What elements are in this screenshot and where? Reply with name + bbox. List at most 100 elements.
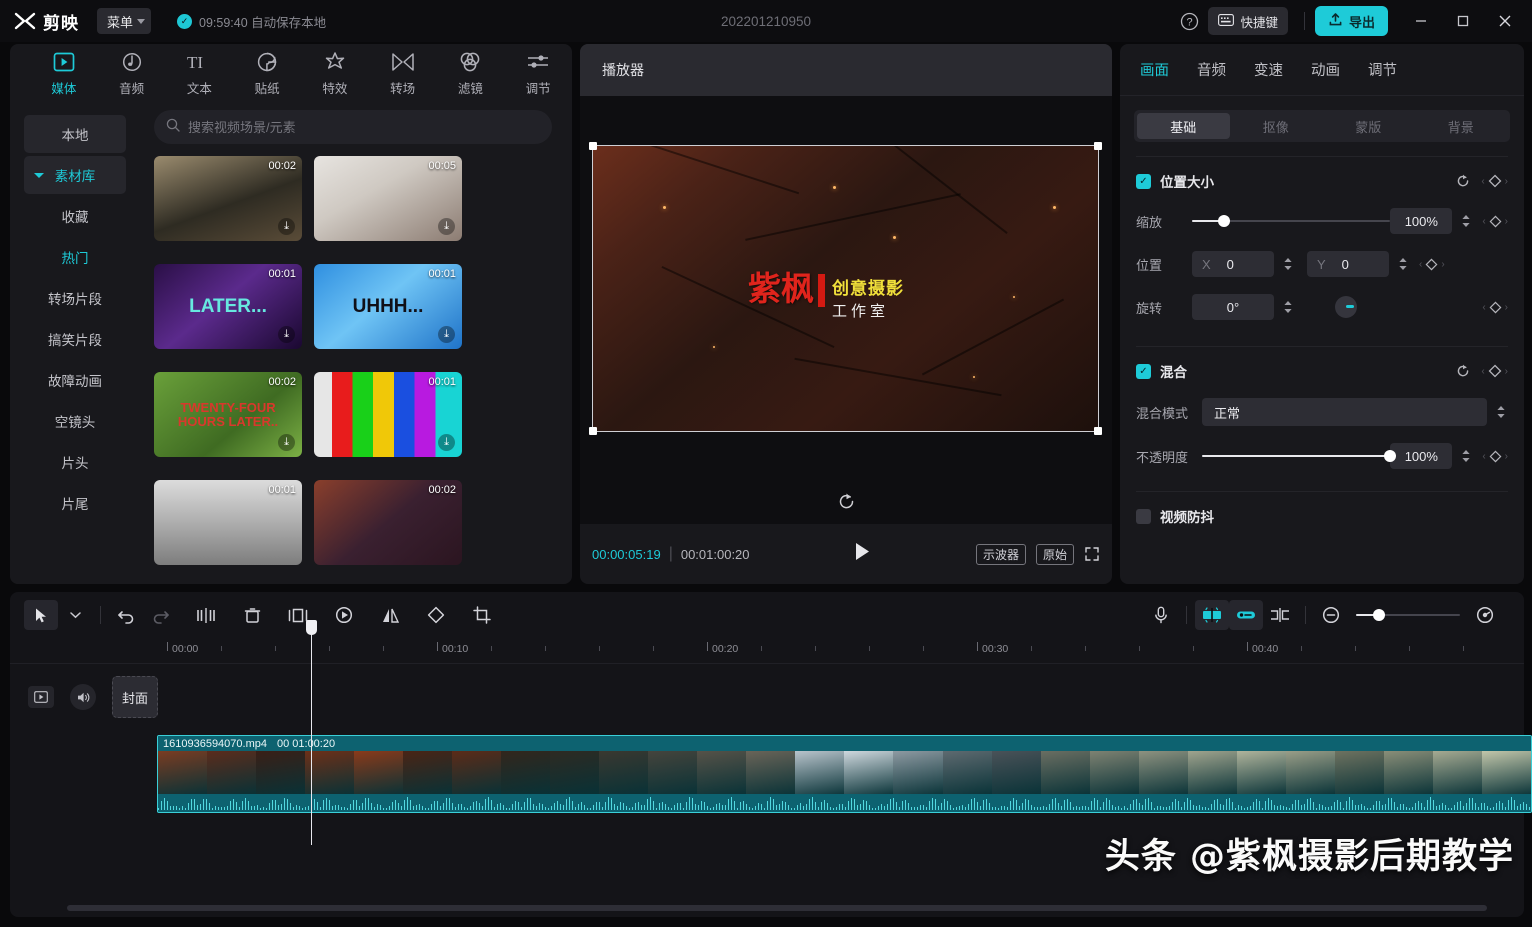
position-y-field[interactable]: Y 0 (1307, 251, 1389, 277)
video-track-icon[interactable] (28, 686, 54, 708)
sidebar-item-glitch-animation[interactable]: 故障动画 (24, 361, 126, 399)
next-keyframe-icon[interactable]: › (1505, 216, 1508, 227)
media-thumbnail[interactable]: 00:02 (314, 480, 462, 565)
reset-icon[interactable] (1455, 173, 1471, 189)
timeline-ruler[interactable]: 00:00 00:10 00:20 00:30 00:40 (10, 638, 1524, 664)
slider-knob[interactable] (1372, 609, 1385, 621)
rotate-button[interactable] (419, 600, 453, 630)
sidebar-item-funny-clips[interactable]: 搞笑片段 (24, 320, 126, 358)
media-thumbnail[interactable]: 00:05 ⤓ (314, 156, 462, 241)
search-input[interactable] (188, 119, 540, 135)
timeline-horizontal-scrollbar[interactable] (67, 905, 1487, 911)
media-thumbnail[interactable]: 00:01 ⤓ (314, 372, 462, 457)
download-icon[interactable]: ⤓ (278, 326, 295, 343)
next-keyframe-icon[interactable]: › (1441, 259, 1444, 270)
maximize-button[interactable] (1442, 0, 1484, 42)
shortcuts-button[interactable]: 快捷键 (1208, 7, 1288, 35)
select-tool-button[interactable] (24, 600, 58, 630)
rotation-stepper[interactable] (1281, 300, 1295, 314)
opacity-value-field[interactable]: 100% (1390, 443, 1453, 469)
fullscreen-button[interactable] (1084, 546, 1100, 562)
timeline-clip[interactable]: 1610936594070.mp4 00 01:00:20 (157, 735, 1532, 813)
sidebar-item-transition-clips[interactable]: 转场片段 (24, 279, 126, 317)
sidebar-item-hot[interactable]: 热门 (24, 238, 126, 276)
minimize-button[interactable] (1400, 0, 1442, 42)
export-button[interactable]: 导出 (1314, 6, 1388, 36)
media-thumbnail[interactable]: LATER... 00:01 ⤓ (154, 264, 302, 349)
scale-stepper[interactable] (1459, 214, 1473, 228)
reset-transform-button[interactable] (580, 491, 1112, 512)
menu-button[interactable]: 菜单 (97, 8, 152, 34)
microphone-button[interactable] (1144, 600, 1178, 630)
slider-knob[interactable] (1384, 450, 1397, 462)
blend-mode-stepper[interactable] (1494, 405, 1508, 419)
select-tool-dropdown[interactable] (58, 600, 92, 630)
zoom-in-button[interactable] (1468, 600, 1502, 630)
stabilize-checkbox[interactable] (1136, 508, 1151, 524)
prev-keyframe-icon[interactable]: ‹ (1482, 216, 1485, 227)
volume-button[interactable] (70, 684, 96, 710)
tab-picture[interactable]: 画面 (1140, 59, 1169, 80)
next-keyframe-icon[interactable]: › (1505, 451, 1508, 462)
close-button[interactable] (1484, 0, 1526, 42)
scope-button[interactable]: 示波器 (975, 543, 1026, 565)
download-icon[interactable]: ⤓ (278, 434, 295, 451)
subtab-mask[interactable]: 蒙版 (1322, 113, 1415, 139)
adjust-clip-button[interactable] (1263, 600, 1297, 630)
opacity-keyframe[interactable]: ‹ › (1482, 450, 1508, 463)
next-keyframe-icon[interactable]: › (1505, 366, 1508, 377)
prev-keyframe-icon[interactable]: ‹ (1482, 451, 1485, 462)
download-icon[interactable]: ⤓ (438, 218, 455, 235)
tab-adjust[interactable]: 调节 (504, 50, 572, 97)
media-thumbnail[interactable]: UHHH... 00:01 ⤓ (314, 264, 462, 349)
tab-audio[interactable]: 音频 (98, 50, 166, 97)
subtab-basic[interactable]: 基础 (1137, 113, 1230, 139)
auto-snap-button[interactable] (1195, 600, 1229, 630)
tab-filter[interactable]: 滤镜 (437, 50, 505, 97)
mirror-button[interactable] (373, 600, 407, 630)
scale-slider[interactable] (1192, 214, 1391, 228)
next-keyframe-icon[interactable]: › (1505, 302, 1508, 313)
prev-keyframe-icon[interactable]: ‹ (1481, 366, 1484, 377)
tab-animation[interactable]: 动画 (1311, 59, 1340, 80)
opacity-slider[interactable] (1202, 449, 1397, 463)
scale-value-field[interactable]: 100% (1390, 208, 1453, 234)
sidebar-item-library[interactable]: 素材库 (24, 156, 126, 194)
blend-checkbox[interactable]: ✓ (1136, 363, 1151, 379)
download-icon[interactable]: ⤓ (278, 218, 295, 235)
link-button[interactable] (1229, 600, 1263, 630)
keyframe-control[interactable]: ‹ › (1481, 174, 1508, 188)
tab-speed[interactable]: 变速 (1254, 59, 1283, 80)
blend-mode-select[interactable]: 正常 (1202, 398, 1487, 426)
crop-button[interactable] (465, 600, 499, 630)
subtab-background[interactable]: 背景 (1415, 113, 1508, 139)
undo-button[interactable] (109, 600, 143, 630)
sidebar-item-opening[interactable]: 片头 (24, 443, 126, 481)
sidebar-item-local[interactable]: 本地 (24, 115, 126, 153)
tab-effects[interactable]: 特效 (301, 50, 369, 97)
media-thumbnail[interactable]: TWENTY-FOUR HOURS LATER.. 00:02 ⤓ (154, 372, 302, 457)
sidebar-item-favorites[interactable]: 收藏 (24, 197, 126, 235)
tab-media[interactable]: 媒体 (30, 50, 98, 97)
scale-keyframe[interactable]: ‹ › (1482, 215, 1508, 228)
tab-sticker[interactable]: 贴纸 (233, 50, 301, 97)
tab-adjust-props[interactable]: 调节 (1368, 59, 1397, 80)
prev-keyframe-icon[interactable]: ‹ (1481, 176, 1484, 187)
download-icon[interactable]: ⤓ (438, 434, 455, 451)
search-box[interactable] (154, 110, 552, 144)
position-x-field[interactable]: X 0 (1192, 251, 1274, 277)
redo-button[interactable] (143, 600, 177, 630)
video-preview[interactable]: 紫枫 创意摄影 工作室 (593, 146, 1098, 431)
media-thumbnail[interactable]: 00:02 ⤓ (154, 156, 302, 241)
blend-keyframe[interactable]: ‹ › (1481, 364, 1508, 378)
reverse-button[interactable] (327, 600, 361, 630)
sidebar-item-ending[interactable]: 片尾 (24, 484, 126, 522)
prev-keyframe-icon[interactable]: ‹ (1419, 259, 1422, 270)
split-button[interactable] (189, 600, 223, 630)
tab-transition[interactable]: 转场 (369, 50, 437, 97)
reset-icon[interactable] (1455, 363, 1471, 379)
timeline-zoom-slider[interactable] (1356, 608, 1460, 622)
position-x-stepper[interactable] (1281, 257, 1295, 271)
tab-text[interactable]: TI 文本 (166, 50, 234, 97)
next-keyframe-icon[interactable]: › (1505, 176, 1508, 187)
